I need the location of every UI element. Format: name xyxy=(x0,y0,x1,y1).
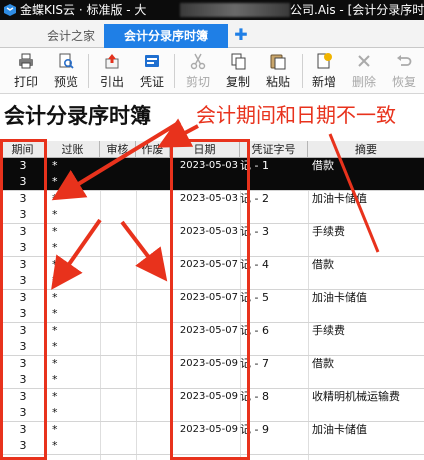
cell-voucher-no: 记 - 2 xyxy=(240,192,269,205)
copy-icon xyxy=(231,53,246,70)
import-button[interactable]: 引出 xyxy=(94,50,130,92)
tab-bar: 会计之家 会计分录序时簿 ✚ xyxy=(0,20,424,48)
print-button[interactable]: 打印 xyxy=(8,50,44,92)
preview-label: 预览 xyxy=(53,75,78,89)
cell-posted: * xyxy=(52,439,58,452)
paste-icon xyxy=(270,54,286,70)
restore-icon xyxy=(397,55,412,66)
cell-summary: 加油卡储值 xyxy=(312,192,367,205)
cell-posted: * xyxy=(52,373,58,386)
toolbar: 打印 预览 引出 凭证 剪切 复制 粘贴 新增 删除 恢复 xyxy=(0,48,424,94)
add-tab-icon[interactable]: ✚ xyxy=(232,24,250,48)
annotation-text: 会计期间和日期不一致 xyxy=(196,103,396,127)
col-audit[interactable]: 审核 xyxy=(100,141,136,158)
copy-label: 复制 xyxy=(225,75,250,89)
col-posted[interactable]: 过账 xyxy=(46,141,100,158)
print-label: 打印 xyxy=(13,75,38,89)
new-button[interactable]: 新增 xyxy=(306,50,342,92)
cell-posted: * xyxy=(52,423,58,436)
cell-summary: 借款 xyxy=(312,357,334,370)
cell-voucher-no: 记 - 1 xyxy=(240,159,269,172)
annotation-box-period xyxy=(0,139,47,460)
cell-posted: * xyxy=(52,225,58,238)
cell-posted: * xyxy=(52,258,58,271)
copy-button[interactable]: 复制 xyxy=(220,50,256,92)
kis-logo-icon xyxy=(4,4,16,16)
export-icon xyxy=(105,54,119,69)
cell-posted: * xyxy=(52,390,58,403)
cell-voucher-no: 记 - 3 xyxy=(240,225,269,238)
window-title-bar: 金蝶KIS云 · 标准版 - 大 公司.Ais - [会计分录序时簿 xyxy=(0,0,424,20)
voucher-button[interactable]: 凭证 xyxy=(134,50,170,92)
cell-summary: 借款 xyxy=(312,258,334,271)
cell-posted: * xyxy=(52,159,58,172)
cell-summary: 手续费 xyxy=(312,225,345,238)
cell-posted: * xyxy=(52,208,58,221)
preview-button[interactable]: 预览 xyxy=(48,50,84,92)
cell-posted: * xyxy=(52,324,58,337)
cell-posted: * xyxy=(52,274,58,287)
delete-button[interactable]: 删除 xyxy=(346,50,382,92)
paste-button[interactable]: 粘贴 xyxy=(260,50,296,92)
cut-label: 剪切 xyxy=(185,75,210,89)
cell-posted: * xyxy=(52,192,58,205)
tab-journal-register[interactable]: 会计分录序时簿 xyxy=(104,24,228,48)
cell-posted: * xyxy=(52,241,58,254)
cell-voucher-no: 记 - 5 xyxy=(240,291,269,304)
cut-button[interactable]: 剪切 xyxy=(180,50,216,92)
cell-voucher-no: 记 - 9 xyxy=(240,423,269,436)
cell-posted: * xyxy=(52,357,58,370)
window-title-left: 金蝶KIS云 · 标准版 - 大 xyxy=(20,3,147,17)
new-label: 新增 xyxy=(311,75,336,89)
new-icon xyxy=(317,53,332,69)
delete-label: 删除 xyxy=(351,75,376,89)
toolbar-separator xyxy=(302,54,303,88)
tab-accounting-home[interactable]: 会计之家 xyxy=(38,24,104,48)
preview-icon xyxy=(59,53,74,69)
title-redaction xyxy=(180,3,290,17)
cell-voucher-no: 记 - 4 xyxy=(240,258,269,271)
window-title-right: 公司.Ais - [会计分录序时簿 xyxy=(290,3,424,17)
page-title: 会计分录序时簿 xyxy=(4,103,151,128)
delete-icon xyxy=(358,55,370,67)
cell-posted: * xyxy=(52,307,58,320)
cell-summary: 手续费 xyxy=(312,324,345,337)
col-voucher-no[interactable]: 凭证字号 xyxy=(240,141,308,158)
restore-button[interactable]: 恢复 xyxy=(386,50,422,92)
scissors-icon xyxy=(190,53,206,70)
cell-summary: 加油卡储值 xyxy=(312,291,367,304)
cell-voucher-no: 记 - 6 xyxy=(240,324,269,337)
annotation-box-date xyxy=(170,139,250,460)
toolbar-separator xyxy=(174,54,175,88)
cell-summary: 借款 xyxy=(312,159,334,172)
cell-voucher-no: 记 - 7 xyxy=(240,357,269,370)
cell-posted: * xyxy=(52,175,58,188)
cell-posted: * xyxy=(52,291,58,304)
cell-voucher-no: 记 - 8 xyxy=(240,390,269,403)
toolbar-separator xyxy=(88,54,89,88)
voucher-icon xyxy=(145,55,159,67)
cell-posted: * xyxy=(52,340,58,353)
cell-summary: 收精明机械运输费 xyxy=(312,390,400,403)
voucher-label: 凭证 xyxy=(139,75,164,89)
cell-posted: * xyxy=(52,406,58,419)
col-void[interactable]: 作废 xyxy=(136,141,170,158)
import-label: 引出 xyxy=(99,75,124,89)
cell-summary: 加油卡储值 xyxy=(312,423,367,436)
col-summary[interactable]: 摘要 xyxy=(308,141,424,158)
paste-label: 粘贴 xyxy=(265,75,290,89)
restore-label: 恢复 xyxy=(391,75,416,89)
printer-icon xyxy=(19,53,33,69)
